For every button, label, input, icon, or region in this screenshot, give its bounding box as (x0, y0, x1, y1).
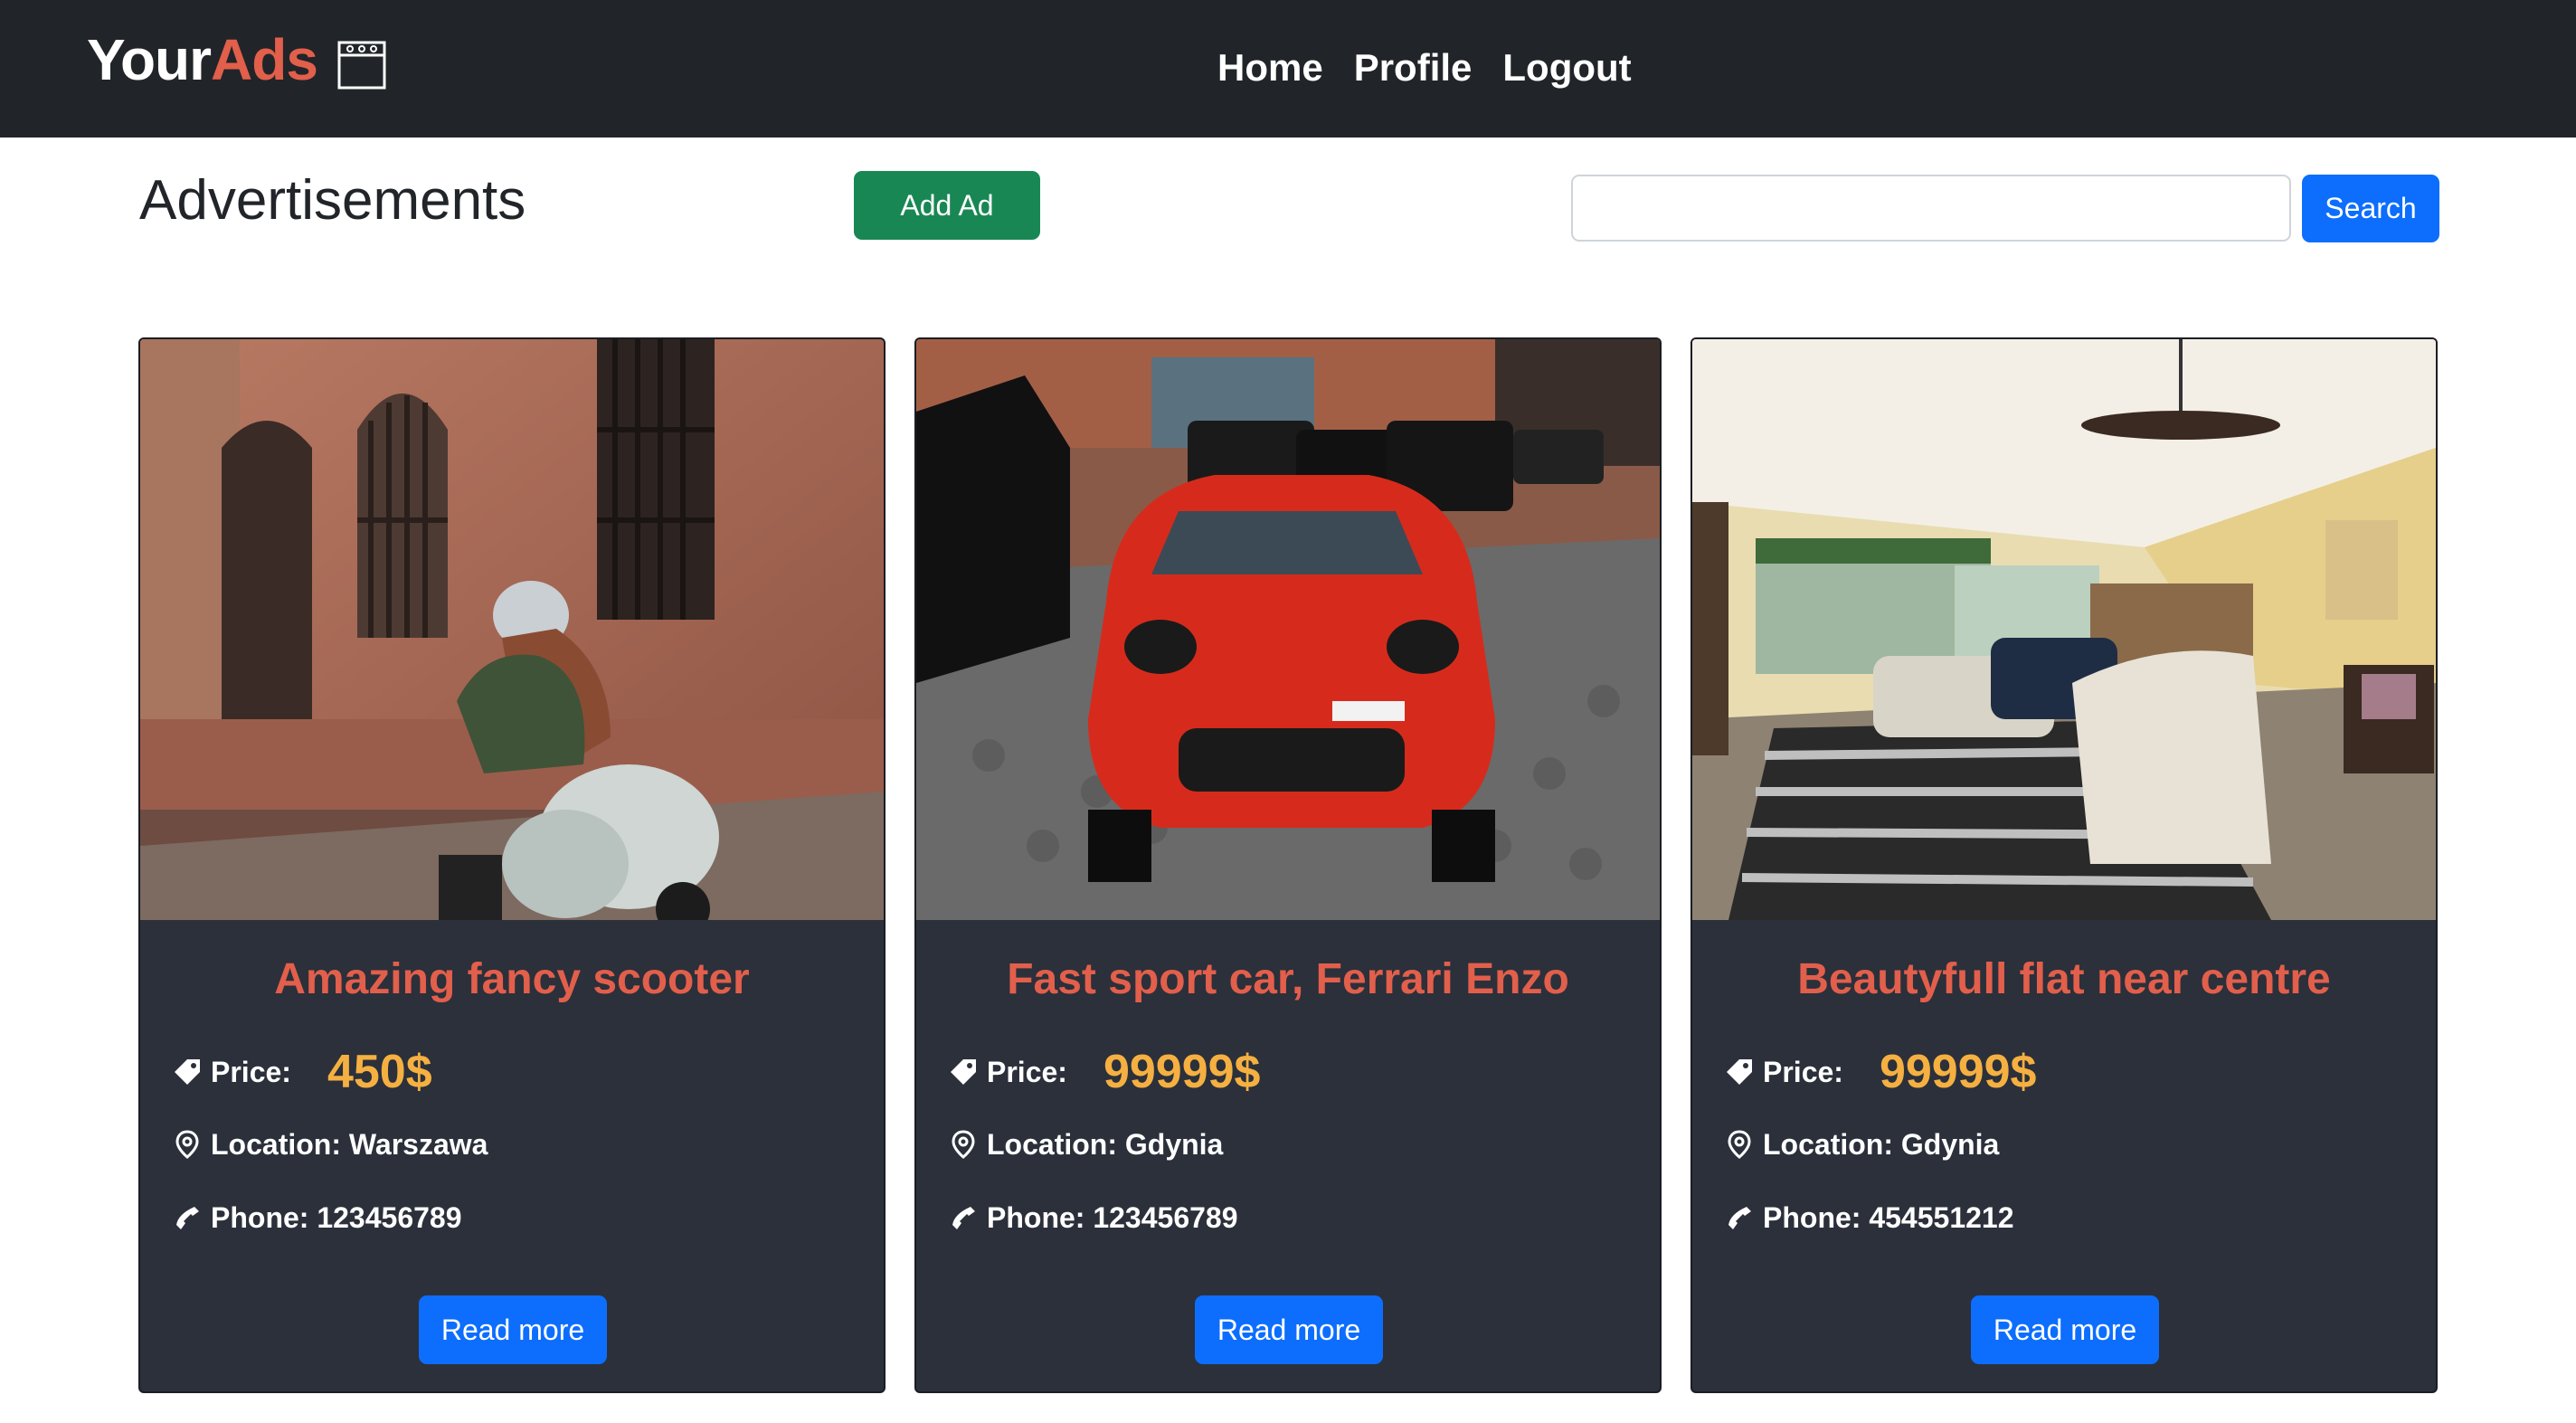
sports-car-photo (916, 339, 1660, 920)
price-label: Price: (987, 1055, 1067, 1088)
location-pin-icon (1728, 1130, 1751, 1159)
phone-icon (952, 1207, 975, 1229)
location-row: Location: Gdynia (947, 1117, 1223, 1172)
ad-title[interactable]: Amazing fancy scooter (140, 954, 884, 1004)
tag-icon (951, 1059, 976, 1085)
phone-icon (176, 1207, 199, 1229)
price-value: 99999$ (1879, 1046, 2037, 1098)
phone-text: Phone: 454551212 (1763, 1200, 2014, 1234)
search-button[interactable]: Search (2302, 175, 2439, 242)
add-ad-button[interactable]: Add Ad (854, 171, 1040, 240)
location-text: Location: Warszawa (211, 1127, 488, 1161)
ad-card: Beautyfull flat near centre Price: 99999… (1690, 337, 2438, 1393)
price-value: 99999$ (1103, 1046, 1261, 1098)
price-label: Price: (211, 1055, 291, 1088)
phone-text: Phone: 123456789 (211, 1200, 462, 1234)
brand-logo[interactable]: Your Ads (87, 24, 386, 96)
page-title: Advertisements (139, 169, 526, 232)
price-row: Price: 99999$ (947, 1036, 1260, 1108)
navbar: Your Ads Home Profile Logout (0, 0, 2576, 138)
read-more-button[interactable]: Read more (1195, 1295, 1383, 1364)
nav-profile[interactable]: Profile (1354, 46, 1473, 90)
calendar-icon (337, 41, 386, 90)
price-value: 450$ (327, 1046, 432, 1098)
location-text: Location: Gdynia (987, 1127, 1224, 1161)
nav-home[interactable]: Home (1217, 46, 1323, 90)
location-pin-icon (952, 1130, 975, 1159)
nav-links: Home Profile Logout (1217, 36, 1632, 100)
phone-icon (1728, 1207, 1751, 1229)
price-label: Price: (1763, 1055, 1843, 1088)
phone-text: Phone: 123456789 (987, 1200, 1238, 1234)
price-row: Price: 99999$ (1723, 1036, 2036, 1108)
location-row: Location: Warszawa (171, 1117, 488, 1172)
tag-icon (1727, 1059, 1752, 1085)
phone-row: Phone: 454551212 (1723, 1191, 2014, 1245)
location-pin-icon (175, 1130, 199, 1159)
nav-logout[interactable]: Logout (1502, 46, 1631, 90)
ad-title[interactable]: Fast sport car, Ferrari Enzo (916, 954, 1660, 1004)
phone-row: Phone: 123456789 (947, 1191, 1238, 1245)
brand-text-your: Your (87, 27, 212, 92)
read-more-button[interactable]: Read more (1971, 1295, 2159, 1364)
phone-row: Phone: 123456789 (171, 1191, 462, 1245)
ad-card: Amazing fancy scooter Price: 450$ Locati… (138, 337, 886, 1393)
location-row: Location: Gdynia (1723, 1117, 1999, 1172)
location-text: Location: Gdynia (1763, 1127, 2000, 1161)
read-more-button[interactable]: Read more (419, 1295, 607, 1364)
scooter-photo (140, 339, 884, 920)
ad-title[interactable]: Beautyfull flat near centre (1692, 954, 2436, 1004)
search-input[interactable] (1571, 175, 2291, 242)
tag-icon (175, 1059, 200, 1085)
living-room-photo (1692, 339, 2436, 920)
ad-card: Fast sport car, Ferrari Enzo Price: 9999… (914, 337, 1662, 1393)
brand-text-ads: Ads (211, 27, 318, 92)
price-row: Price: 450$ (171, 1036, 432, 1108)
